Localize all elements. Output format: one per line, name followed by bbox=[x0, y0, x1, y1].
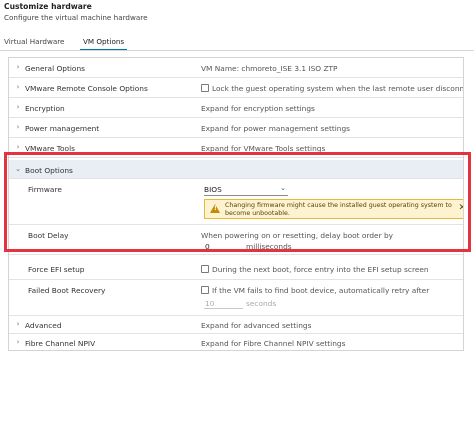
row-encryption[interactable]: › Encryption Expand for encryption setti… bbox=[9, 98, 463, 118]
row-value: Expand for VMware Tools settings bbox=[201, 144, 326, 153]
failed-boot-recovery-checkbox[interactable] bbox=[201, 286, 209, 294]
chevron-right-icon[interactable]: › bbox=[14, 103, 22, 111]
row-boot-delay: Boot Delay When powering on or resetting… bbox=[9, 225, 463, 255]
boot-delay-description: When powering on or resetting, delay boo… bbox=[201, 231, 394, 240]
row-power-management[interactable]: › Power management Expand for power mana… bbox=[9, 118, 463, 138]
row-label: Fibre Channel NPIV bbox=[25, 339, 96, 348]
firmware-selected-value: BIOS bbox=[204, 185, 222, 194]
row-label: Power management bbox=[25, 124, 100, 133]
force-efi-checkbox[interactable] bbox=[201, 265, 209, 273]
vm-options-panel: › General Options VM Name: chmoreto_ISE … bbox=[8, 57, 464, 351]
force-efi-option: During the next boot, force entry into t… bbox=[201, 265, 429, 274]
checkbox-label: During the next boot, force entry into t… bbox=[212, 265, 429, 274]
row-label: VMware Tools bbox=[25, 144, 75, 153]
chevron-right-icon[interactable]: › bbox=[14, 83, 22, 91]
row-vmware-tools[interactable]: › VMware Tools Expand for VMware Tools s… bbox=[9, 138, 463, 158]
chevron-down-icon[interactable]: ⌄ bbox=[14, 165, 22, 173]
checkbox-label: Lock the guest operating system when the… bbox=[212, 84, 464, 93]
row-label: Boot Options bbox=[25, 166, 73, 175]
failed-boot-recovery-option: If the VM fails to find boot device, aut… bbox=[201, 286, 429, 295]
row-force-efi-setup: Force EFI setup During the next boot, fo… bbox=[9, 258, 463, 280]
firmware-warning-alert: Changing firmware might cause the instal… bbox=[204, 199, 463, 219]
row-advanced[interactable]: › Advanced Expand for advanced settings bbox=[9, 316, 463, 334]
row-label: General Options bbox=[25, 64, 85, 73]
close-icon[interactable]: ✕ bbox=[458, 203, 463, 213]
row-fibre-channel-npiv[interactable]: › Fibre Channel NPIV Expand for Fibre Ch… bbox=[9, 334, 463, 350]
retry-delay-control: 10 seconds bbox=[204, 299, 276, 309]
retry-seconds-input[interactable]: 10 bbox=[204, 299, 243, 309]
firmware-label: Firmware bbox=[28, 185, 62, 194]
retry-seconds-unit: seconds bbox=[246, 299, 277, 308]
warning-icon bbox=[210, 204, 220, 213]
vm-name-value: VM Name: chmoreto_ISE 3.1 ISO ZTP bbox=[201, 64, 338, 73]
checkbox-label: If the VM fails to find boot device, aut… bbox=[212, 286, 430, 295]
row-general-options[interactable]: › General Options VM Name: chmoreto_ISE … bbox=[9, 58, 463, 78]
row-vmrc-options[interactable]: › VMware Remote Console Options Lock the… bbox=[9, 78, 463, 98]
lock-guest-os-option: Lock the guest operating system when the… bbox=[201, 84, 464, 93]
boot-delay-unit: milliseconds bbox=[246, 242, 292, 251]
chevron-right-icon[interactable]: › bbox=[14, 320, 22, 328]
row-label: VMware Remote Console Options bbox=[25, 84, 148, 93]
row-label: Encryption bbox=[25, 104, 65, 113]
tab-virtual-hardware[interactable]: Virtual Hardware bbox=[4, 35, 64, 49]
row-value: Expand for advanced settings bbox=[201, 321, 312, 330]
chevron-right-icon[interactable]: › bbox=[14, 338, 22, 346]
boot-delay-control: 0 milliseconds bbox=[204, 242, 292, 252]
row-label: Advanced bbox=[25, 321, 62, 330]
force-efi-label: Force EFI setup bbox=[28, 265, 85, 274]
tab-divider bbox=[0, 50, 474, 51]
warning-text: Changing firmware might cause the instal… bbox=[225, 202, 452, 218]
chevron-right-icon[interactable]: › bbox=[14, 63, 22, 71]
chevron-right-icon[interactable]: › bbox=[14, 143, 22, 151]
dialog-subtitle: Configure the virtual machine hardware bbox=[4, 13, 148, 22]
lock-guest-os-checkbox[interactable] bbox=[201, 84, 209, 92]
tab-vm-options[interactable]: VM Options bbox=[80, 35, 128, 51]
tab-bar: Virtual Hardware VM Options bbox=[0, 35, 474, 51]
boot-delay-input[interactable]: 0 bbox=[204, 242, 243, 252]
row-value: Expand for encryption settings bbox=[201, 104, 315, 113]
chevron-down-icon: ⌄ bbox=[280, 184, 286, 192]
dialog-title: Customize hardware bbox=[4, 2, 92, 11]
row-value: Expand for power management settings bbox=[201, 124, 351, 133]
row-value: Expand for Fibre Channel NPIV settings bbox=[201, 339, 346, 348]
row-firmware: Firmware BIOS ⌄ Changing firmware might … bbox=[9, 179, 463, 225]
boot-delay-label: Boot Delay bbox=[28, 231, 69, 240]
row-failed-boot-recovery: Failed Boot Recovery If the VM fails to … bbox=[9, 280, 463, 316]
chevron-right-icon[interactable]: › bbox=[14, 123, 22, 131]
firmware-select[interactable]: BIOS ⌄ bbox=[204, 184, 288, 196]
failed-boot-recovery-label: Failed Boot Recovery bbox=[28, 286, 106, 295]
row-boot-options[interactable]: ⌄ Boot Options bbox=[9, 160, 463, 179]
